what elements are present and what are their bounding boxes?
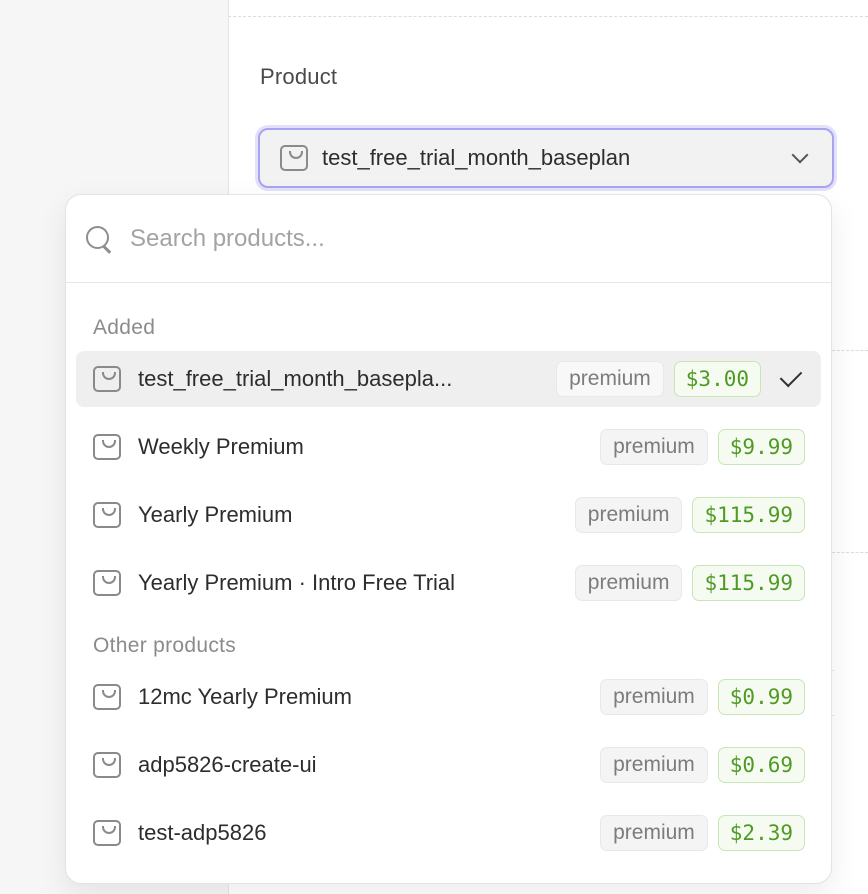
product-option[interactable]: test_free_trial_month_basepla... premium… (76, 351, 821, 407)
group-label: Added (93, 316, 156, 339)
group-label: Other products (93, 634, 237, 657)
price-badge: $115.99 (692, 565, 805, 601)
entitlement-tag: premium (600, 679, 708, 715)
divider (832, 552, 868, 553)
product-name: test-adp5826 (138, 820, 267, 845)
price-badge: $115.99 (692, 497, 805, 533)
entitlement-tag: premium (556, 361, 664, 397)
shopping-bag-icon (280, 145, 308, 171)
product-name: Yearly Premium (138, 502, 293, 527)
entitlement-tag: premium (600, 429, 708, 465)
search-icon (84, 224, 114, 254)
product-option[interactable]: Weekly Premium premium $9.99 (76, 419, 821, 475)
product-option[interactable]: Yearly Premium · Intro Free Trial premiu… (76, 555, 821, 611)
entitlement-tag: premium (574, 497, 683, 533)
entitlement-tag: premium (600, 815, 708, 851)
shopping-bag-icon (93, 366, 121, 392)
entitlement-tag: premium (574, 565, 683, 601)
product-dropdown: Added test_free_trial_month_basepla... p… (65, 194, 832, 884)
divider (832, 350, 868, 351)
search-bar (66, 195, 831, 283)
product-select[interactable]: test_free_trial_month_baseplan (258, 128, 834, 188)
group-other-products: Other products 12mc Yearly Premium premi… (66, 623, 831, 861)
price-badge: $0.99 (717, 679, 805, 715)
product-field-label: Product (260, 64, 338, 89)
product-name: 12mc Yearly Premium (138, 684, 352, 709)
product-name: adp5826-create-ui (138, 752, 317, 777)
price-badge: $3.00 (673, 361, 761, 397)
product-select-value: test_free_trial_month_baseplan (322, 145, 631, 170)
shopping-bag-icon (93, 752, 121, 778)
search-input[interactable] (130, 224, 770, 253)
group-added: Added test_free_trial_month_basepla... p… (66, 305, 831, 611)
shopping-bag-icon (93, 570, 121, 596)
product-name: Weekly Premium (138, 434, 304, 459)
shopping-bag-icon (93, 820, 121, 846)
shopping-bag-icon (93, 434, 121, 460)
divider (228, 16, 868, 17)
entitlement-tag: premium (600, 747, 708, 783)
price-badge: $0.69 (717, 747, 805, 783)
chevron-down-icon (791, 146, 809, 164)
checkmark-icon (779, 364, 803, 388)
price-badge: $9.99 (717, 429, 805, 465)
product-option[interactable]: 12mc Yearly Premium premium $0.99 (76, 669, 821, 725)
price-badge: $2.39 (717, 815, 805, 851)
product-name: Yearly Premium · Intro Free Trial (138, 570, 456, 595)
shopping-bag-icon (93, 502, 121, 528)
product-option[interactable]: test-adp5826 premium $2.39 (76, 805, 821, 861)
product-name: test_free_trial_month_basepla... (138, 366, 453, 391)
product-option[interactable]: Yearly Premium premium $115.99 (76, 487, 821, 543)
product-option[interactable]: adp5826-create-ui premium $0.69 (76, 737, 821, 793)
shopping-bag-icon (93, 684, 121, 710)
